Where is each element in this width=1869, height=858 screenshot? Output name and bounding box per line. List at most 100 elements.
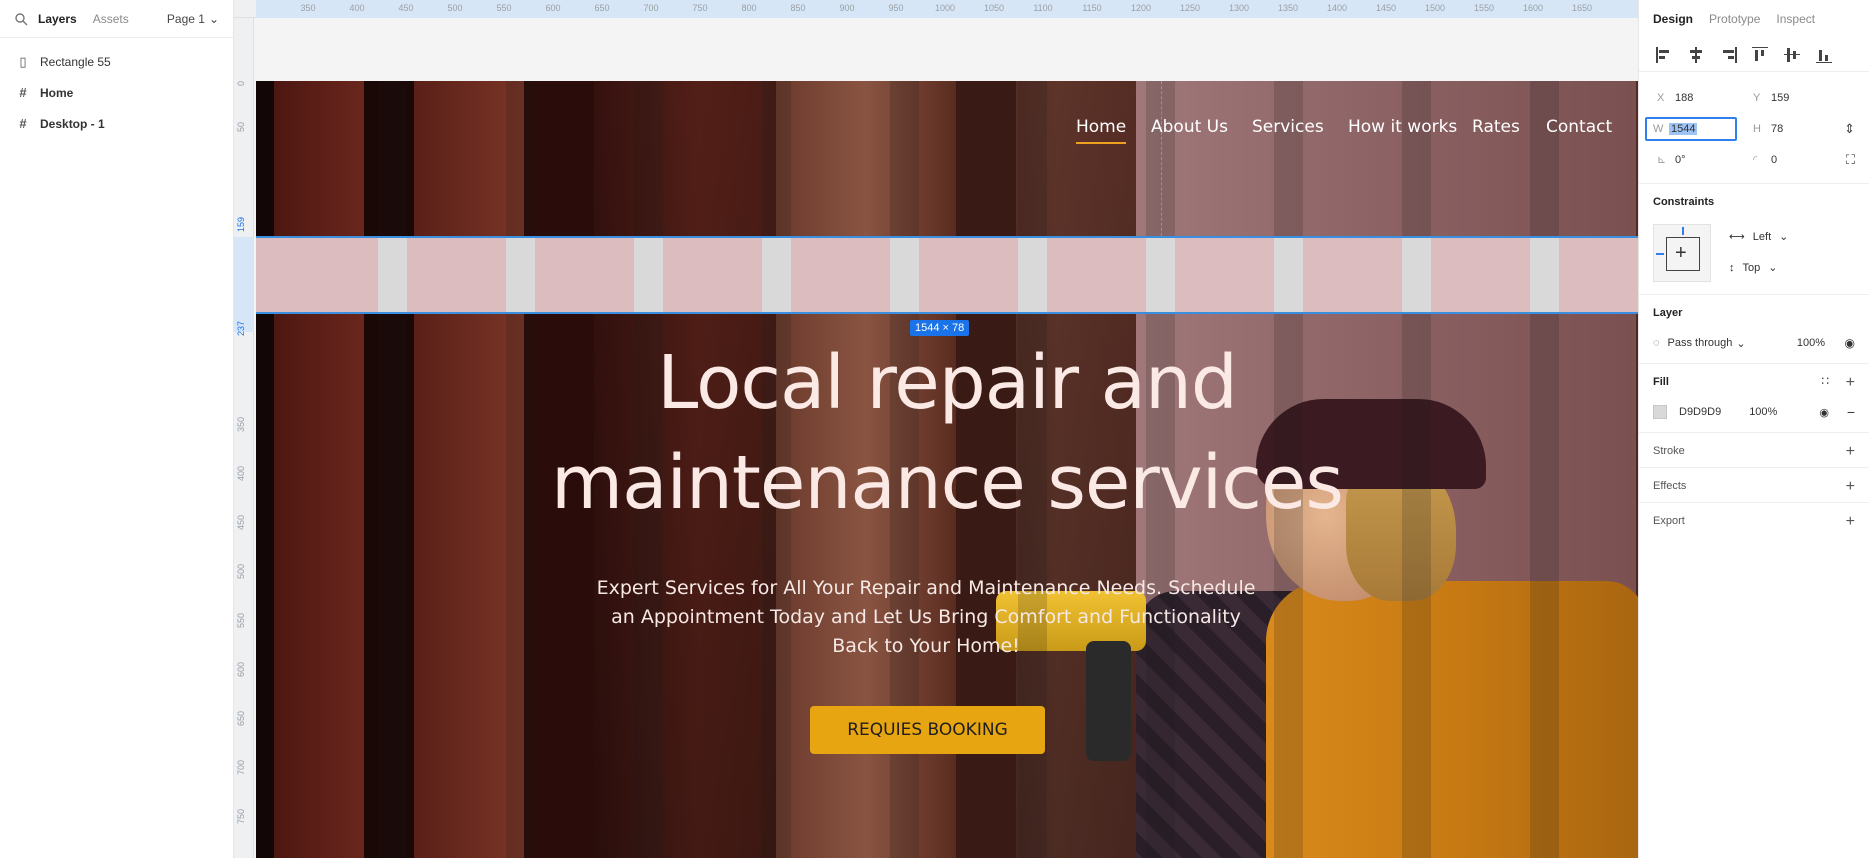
tab-inspect[interactable]: Inspect — [1776, 12, 1815, 26]
blend-mode-icon: ◌ — [1653, 337, 1660, 349]
layer-opacity[interactable]: 100% — [1797, 337, 1825, 349]
nav-link-how-it-works[interactable]: How it works — [1348, 117, 1457, 137]
home-frame[interactable]: Home About Us Services How it works Rate… — [256, 81, 1638, 858]
figma-app: Layers Assets Page 1 ⌄ ▯ Rectangle 55 # … — [0, 0, 1869, 858]
horizontal-constraint-icon: ⟷ — [1729, 231, 1745, 243]
design-panel: Design Prototype Inspect X 188 Y 159 W 1544… — [1638, 0, 1869, 858]
nav-link-about[interactable]: About Us — [1151, 117, 1228, 137]
ruler-tick: 159 — [236, 216, 246, 232]
remove-fill-icon[interactable]: − — [1847, 404, 1855, 420]
layer-label: Desktop - 1 — [40, 116, 105, 131]
align-top-icon[interactable] — [1749, 44, 1771, 66]
stroke-section: Stroke + — [1639, 432, 1869, 467]
ruler-tick: 0 — [236, 80, 246, 86]
constraint-horizontal[interactable]: ⟷ Left ⌄ — [1729, 222, 1788, 253]
add-fill-icon[interactable]: + — [1846, 374, 1855, 392]
hero-title: Local repair and maintenance services — [256, 333, 1638, 533]
hero-title-line: Local repair and — [657, 340, 1238, 426]
add-effect-icon[interactable]: + — [1846, 478, 1855, 496]
site-nav: Home About Us Services How it works Rate… — [256, 117, 1638, 147]
add-stroke-icon[interactable]: + — [1846, 443, 1855, 461]
grid-cell — [890, 238, 919, 312]
layer-section: Layer ◌ Pass through ⌄ 100% ◉ — [1639, 294, 1869, 363]
position-section: X 188 Y 159 W 1544 H 78 ⇕ ⊾ 0° ◜ 0 ⛶ — [1639, 72, 1869, 175]
add-export-icon[interactable]: + — [1846, 513, 1855, 531]
export-section: Export + — [1639, 502, 1869, 537]
ruler-tick: 350 — [300, 3, 316, 13]
ruler-tick: 900 — [839, 3, 855, 13]
ruler-tick: 800 — [741, 3, 757, 13]
grid-cell — [506, 238, 535, 312]
design-canvas[interactable]: 350 400 450 500 550 600 650 700 750 800 … — [234, 0, 1638, 858]
page-selector[interactable]: Page 1 ⌄ — [167, 12, 219, 26]
tab-prototype[interactable]: Prototype — [1709, 12, 1760, 26]
align-right-icon[interactable] — [1717, 44, 1739, 66]
fill-opacity[interactable]: 100% — [1749, 406, 1777, 418]
selected-rectangle[interactable] — [256, 236, 1638, 314]
tab-layers[interactable]: Layers — [38, 12, 77, 26]
guide-line — [1161, 81, 1162, 236]
nav-link-contact[interactable]: Contact — [1546, 117, 1612, 137]
chevron-down-icon: ⌄ — [1768, 262, 1778, 274]
align-bottom-icon[interactable] — [1813, 44, 1835, 66]
layer-label: Rectangle 55 — [40, 54, 111, 69]
grid-cell — [1559, 238, 1638, 312]
nav-link-rates[interactable]: Rates — [1472, 117, 1520, 137]
fill-row: D9D9D9 100% ◉ − — [1653, 402, 1855, 422]
ruler-tick: 400 — [236, 465, 246, 481]
constraint-v-value: Top — [1742, 262, 1761, 274]
style-grid-icon[interactable]: ∷ — [1821, 374, 1829, 388]
fill-color-swatch[interactable] — [1653, 405, 1667, 419]
w-value: 1544 — [1669, 122, 1698, 135]
radius-field[interactable]: ◜ 0 — [1753, 153, 1849, 167]
ruler-tick: 700 — [236, 759, 246, 775]
eye-icon[interactable]: ◉ — [1845, 336, 1855, 350]
align-left-icon[interactable] — [1653, 44, 1675, 66]
hero-title-line: maintenance services — [551, 440, 1344, 526]
frame-icon: # — [19, 116, 27, 131]
blend-mode-select[interactable]: Pass through — [1668, 337, 1733, 349]
grid-cell — [1047, 238, 1146, 312]
width-field-wrap: W 1544 — [1645, 116, 1753, 141]
fill-hex[interactable]: D9D9D9 — [1679, 406, 1721, 418]
ruler-tick: 1650 — [1571, 3, 1593, 13]
ruler-tick: 700 — [643, 3, 659, 13]
eye-icon[interactable]: ◉ — [1819, 406, 1829, 419]
size-row: W 1544 H 78 ⇕ — [1639, 113, 1869, 144]
ruler-tick: 400 — [349, 3, 365, 13]
layer-item[interactable]: ▯ Rectangle 55 — [0, 46, 233, 77]
ruler-tick: 500 — [236, 563, 246, 579]
height-field[interactable]: H 78 — [1753, 123, 1849, 135]
grid-cell — [1175, 238, 1274, 312]
layer-item[interactable]: # Home — [0, 77, 233, 108]
align-center-v-icon[interactable] — [1781, 44, 1803, 66]
layer-label: Home — [40, 85, 74, 100]
nav-link-home[interactable]: Home — [1076, 117, 1127, 144]
layer-item[interactable]: # Desktop - 1 — [0, 108, 233, 139]
grid-cell — [1431, 238, 1530, 312]
constrain-proportions-icon[interactable]: ⇕ — [1844, 121, 1855, 137]
rotation-field[interactable]: ⊾ 0° — [1657, 153, 1753, 167]
nav-link-services[interactable]: Services — [1252, 117, 1324, 137]
rotation-icon: ⊾ — [1657, 154, 1667, 166]
booking-button[interactable]: REQUIES BOOKING — [810, 706, 1045, 754]
ruler-tick: 350 — [236, 416, 246, 432]
tab-design[interactable]: Design — [1653, 12, 1693, 26]
width-field[interactable]: W 1544 — [1645, 116, 1737, 141]
ruler-tick: 1450 — [1375, 3, 1397, 13]
independent-corners-icon[interactable]: ⛶ — [1846, 152, 1855, 168]
x-field[interactable]: X 188 — [1657, 92, 1753, 104]
tab-assets[interactable]: Assets — [93, 12, 129, 26]
y-value: 159 — [1771, 91, 1790, 104]
layer-blend-row: ◌ Pass through ⌄ 100% ◉ — [1653, 333, 1855, 353]
grid-cell — [1274, 238, 1303, 312]
search-icon[interactable] — [14, 12, 28, 26]
constraints-diagram[interactable] — [1653, 224, 1711, 282]
constraint-vertical[interactable]: ↕ Top ⌄ — [1729, 253, 1788, 284]
ruler-top: 350 400 450 500 550 600 650 700 750 800 … — [234, 0, 1638, 18]
chevron-down-icon: ⌄ — [1736, 337, 1746, 350]
h-label: H — [1753, 122, 1761, 135]
effects-title: Effects — [1653, 480, 1687, 492]
y-field[interactable]: Y 159 — [1753, 92, 1849, 104]
align-center-h-icon[interactable] — [1685, 44, 1707, 66]
